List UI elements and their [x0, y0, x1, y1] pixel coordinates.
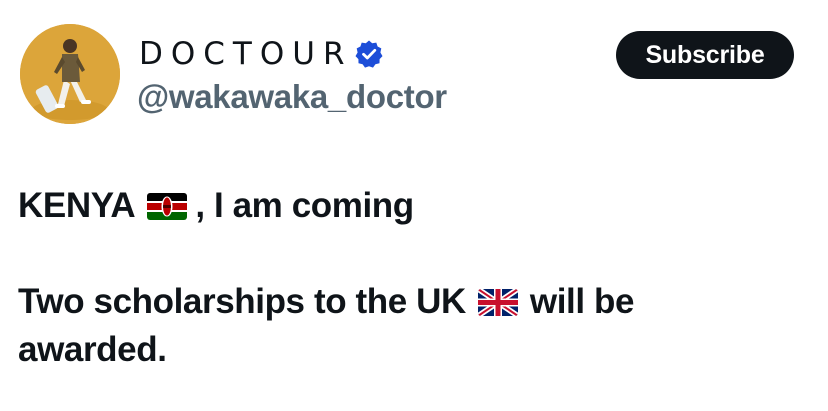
post-text-segment: awarded. [18, 330, 167, 369]
uk-flag-icon [477, 288, 518, 316]
display-name[interactable]: DOCTOUR [139, 36, 384, 72]
verified-badge-icon [354, 39, 384, 69]
post-line: awarded. [18, 326, 808, 374]
post-text: KENYA , I am coming Two scholarships to … [18, 182, 808, 374]
post-line: Two scholarships to the UK will be [18, 278, 808, 326]
kenya-flag-icon [147, 192, 188, 220]
post-text-segment: Two scholarships to the UK [18, 282, 466, 321]
display-name-text: DOCTOUR [139, 36, 353, 72]
subscribe-button[interactable]: Subscribe [616, 31, 794, 79]
post-text-segment: will be [529, 282, 635, 321]
post-text-segment: KENYA [18, 186, 136, 225]
avatar[interactable] [20, 24, 120, 124]
user-handle[interactable]: @wakawaka_doctor [137, 78, 447, 116]
post-line: KENYA , I am coming [18, 182, 808, 230]
post-text-segment: , I am coming [195, 186, 414, 225]
